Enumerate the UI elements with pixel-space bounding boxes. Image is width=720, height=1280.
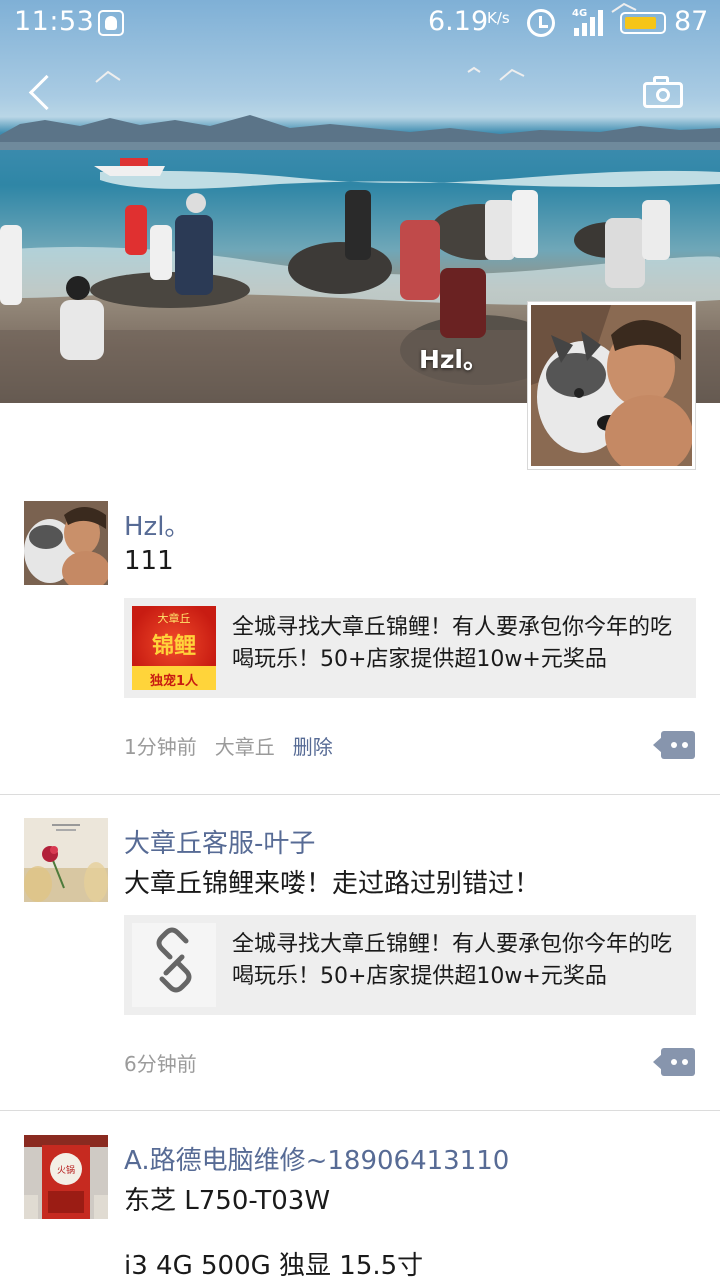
post-avatar[interactable] (24, 818, 108, 902)
back-arrow-icon[interactable] (18, 70, 62, 114)
status-bar: 11:53 6.19 K/s 4G 87 (0, 0, 720, 46)
delete-button[interactable]: 删除 (293, 735, 333, 759)
post-text: 大章丘锦鲤来喽！走过路过别错过！ (124, 869, 541, 899)
hotpot-avatar-image: 火锅 (24, 1135, 108, 1219)
post-nickname[interactable]: A.路德电脑维修~18906413110 (124, 1140, 509, 1177)
link-card[interactable]: 大章丘 锦鲤 独宠1人 全城寻找大章丘锦鲤！有人要承包你今年的吃喝玩乐！50+店… (124, 598, 696, 698)
link-icon (132, 923, 216, 1007)
post-meta: 1分钟前 大章丘 删除 (124, 731, 351, 760)
link-title: 全城寻找大章丘锦鲤！有人要承包你今年的吃喝玩乐！50+店家提供超10w+元奖品 (232, 615, 673, 672)
cover-username: Hzl。 (418, 345, 488, 374)
comment-more-icon[interactable] (653, 1048, 695, 1076)
post-text-line: i3 4G 500G 独显 15.5寸 (124, 1251, 424, 1280)
profile-avatar[interactable] (528, 302, 695, 475)
network-speed: 6.19 (428, 6, 489, 37)
network-type-label: 4G (572, 8, 588, 19)
moments-page: 11:53 6.19 K/s 4G 87 Hzl。 Hzl。 111 大章丘 锦… (0, 0, 720, 1280)
link-card[interactable]: 全城寻找大章丘锦鲤！有人要承包你今年的吃喝玩乐！50+店家提供超10w+元奖品 (124, 915, 696, 1015)
status-time: 11:53 (14, 6, 95, 37)
post-time: 1分钟前 (124, 735, 197, 759)
comment-more-icon[interactable] (653, 731, 695, 759)
post-nickname[interactable]: 大章丘客服-叶子 (124, 823, 315, 860)
husky-photo-image (531, 305, 693, 475)
network-speed-unit: K/s (487, 9, 510, 27)
link-title: 全城寻找大章丘锦鲤！有人要承包你今年的吃喝玩乐！50+店家提供超10w+元奖品 (232, 932, 673, 989)
post-location[interactable]: 大章丘 (215, 735, 275, 759)
avatar-image (24, 501, 108, 585)
post-avatar[interactable]: 火锅 (24, 1135, 108, 1219)
qq-notification-icon (98, 10, 124, 36)
thumb-bottom-text: 独宠1人 (149, 674, 199, 689)
thumb-main-text: 锦鲤 (151, 634, 196, 659)
link-thumbnail: 大章丘 锦鲤 独宠1人 (132, 606, 216, 690)
avatar-sign-text: 火锅 (57, 1165, 75, 1176)
post-text: 111 (124, 546, 174, 576)
alarm-icon (527, 9, 555, 37)
post-meta: 6分钟前 (124, 1048, 215, 1077)
battery-icon (620, 12, 666, 34)
post-time: 6分钟前 (124, 1052, 197, 1076)
flower-avatar-image (24, 818, 108, 902)
battery-percent: 87 (674, 6, 709, 37)
post-divider (0, 794, 720, 795)
signal-icon: 4G (572, 8, 606, 36)
thumb-top-text: 大章丘 (157, 612, 191, 625)
camera-icon[interactable] (641, 74, 685, 110)
post-divider (0, 1110, 720, 1111)
post-text-line: 东芝 L750-T03W (124, 1186, 331, 1216)
post-nickname[interactable]: Hzl。 (124, 506, 190, 543)
post-avatar[interactable] (24, 501, 108, 585)
